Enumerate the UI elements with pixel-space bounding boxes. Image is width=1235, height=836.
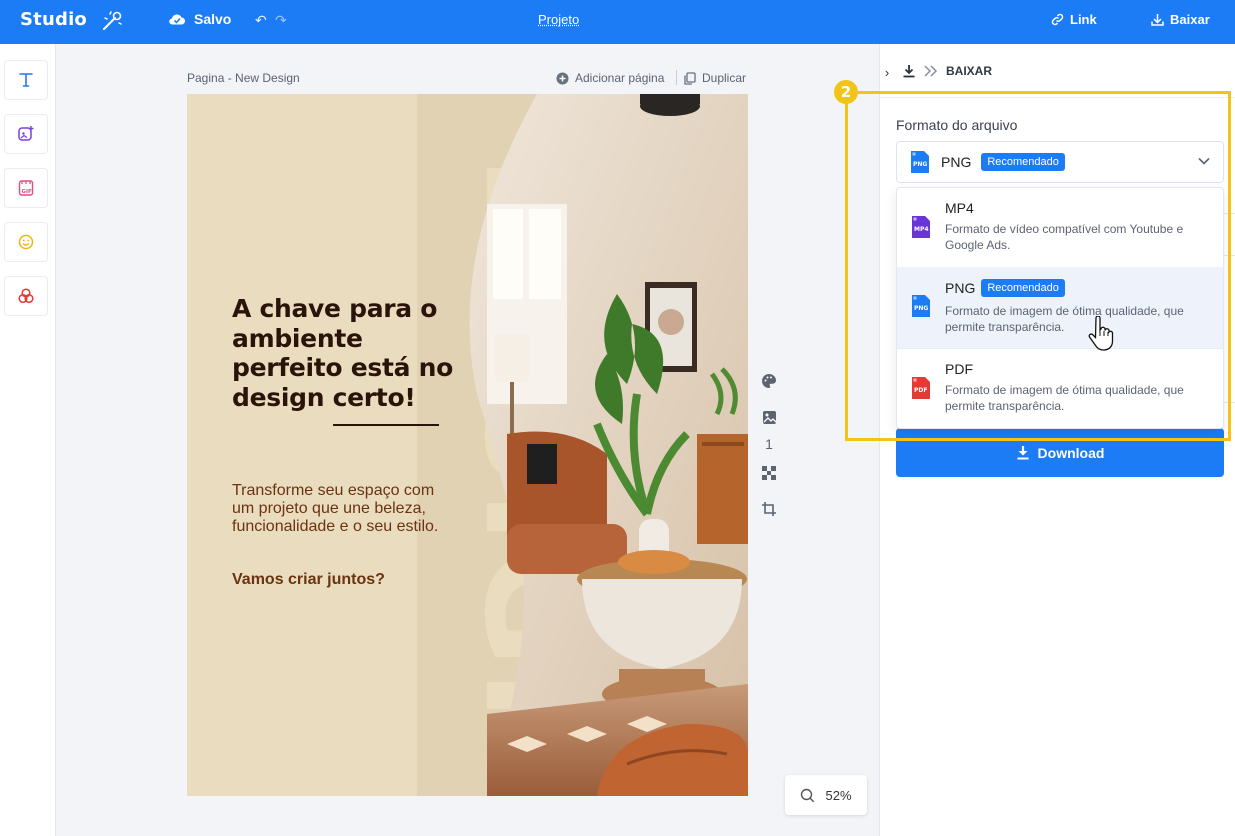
headline-underline: [333, 424, 439, 426]
search-icon: [801, 788, 815, 802]
double-chevron-icon: [924, 65, 938, 77]
left-toolbar: GIF: [0, 44, 56, 836]
link-icon: [1051, 13, 1064, 26]
design-headline[interactable]: A chave para o ambiente perfeito está no…: [232, 294, 462, 412]
shapes-tool-button[interactable]: [4, 276, 48, 316]
image-icon[interactable]: [758, 406, 780, 428]
shapes-icon: [18, 288, 34, 304]
download-icon: [1017, 446, 1029, 460]
zoom-control[interactable]: 52%: [785, 775, 867, 815]
panel-title-label: BAIXAR: [946, 64, 993, 78]
palette-icon[interactable]: [758, 370, 780, 392]
page-number: 1: [765, 436, 773, 452]
page-label: Pagina - New Design: [187, 71, 300, 85]
add-page-button[interactable]: Adicionar página: [556, 71, 664, 85]
crop-icon[interactable]: [758, 498, 780, 520]
text-tool-button[interactable]: [4, 60, 48, 100]
download-icon: [1151, 13, 1164, 26]
link-label: Link: [1070, 12, 1097, 27]
saved-status: Salvo: [168, 11, 231, 27]
emoji-tool-button[interactable]: [4, 222, 48, 262]
plus-circle-icon: [556, 72, 569, 84]
header-divider: [676, 70, 677, 85]
image-tool-button[interactable]: [4, 114, 48, 154]
cloud-check-icon: [169, 14, 185, 25]
undo-icon[interactable]: ↶: [255, 12, 267, 29]
panel-header: › BAIXAR: [880, 44, 1235, 98]
saved-label: Salvo: [194, 11, 232, 27]
design-cta[interactable]: Vamos criar juntos?: [232, 571, 385, 589]
tutorial-highlight-box: [845, 91, 1231, 441]
gif-icon: GIF: [18, 180, 34, 196]
download-label: Download: [1037, 444, 1105, 461]
magic-wand-icon[interactable]: [101, 10, 123, 32]
layout-grid-icon[interactable]: [758, 462, 780, 484]
top-bar: Studio Salvo ↶ ↷ Projeto Link Baixar: [0, 0, 1235, 44]
add-page-label: Adicionar página: [575, 71, 665, 85]
emoji-icon: [18, 234, 34, 250]
duplicate-label: Duplicar: [702, 71, 747, 85]
hand-cursor-icon: [1088, 316, 1114, 351]
interior-photo: DESIGN: [417, 94, 748, 796]
zoom-level: 52%: [825, 787, 852, 803]
download-top-button[interactable]: Baixar: [1150, 12, 1210, 27]
panel-title: BAIXAR: [902, 64, 992, 78]
copy-icon: [684, 71, 696, 85]
redo-icon[interactable]: ↷: [275, 12, 287, 29]
image-add-icon: [18, 126, 34, 141]
download-icon: [903, 65, 915, 78]
chevron-right-icon[interactable]: ›: [880, 60, 894, 84]
text-icon: [19, 73, 33, 87]
svg-text:GIF: GIF: [22, 189, 33, 195]
share-link-button[interactable]: Link: [1051, 12, 1097, 27]
brand-logo[interactable]: Studio: [20, 9, 87, 30]
download-top-label: Baixar: [1170, 12, 1210, 27]
gif-tool-button[interactable]: GIF: [4, 168, 48, 208]
tutorial-step-badge: 2: [834, 80, 858, 104]
duplicate-button[interactable]: Duplicar: [684, 71, 746, 85]
design-page[interactable]: DESIGN: [187, 94, 748, 796]
design-subtext[interactable]: Transforme seu espaço com um projeto que…: [232, 482, 457, 536]
project-name[interactable]: Projeto: [538, 12, 579, 27]
